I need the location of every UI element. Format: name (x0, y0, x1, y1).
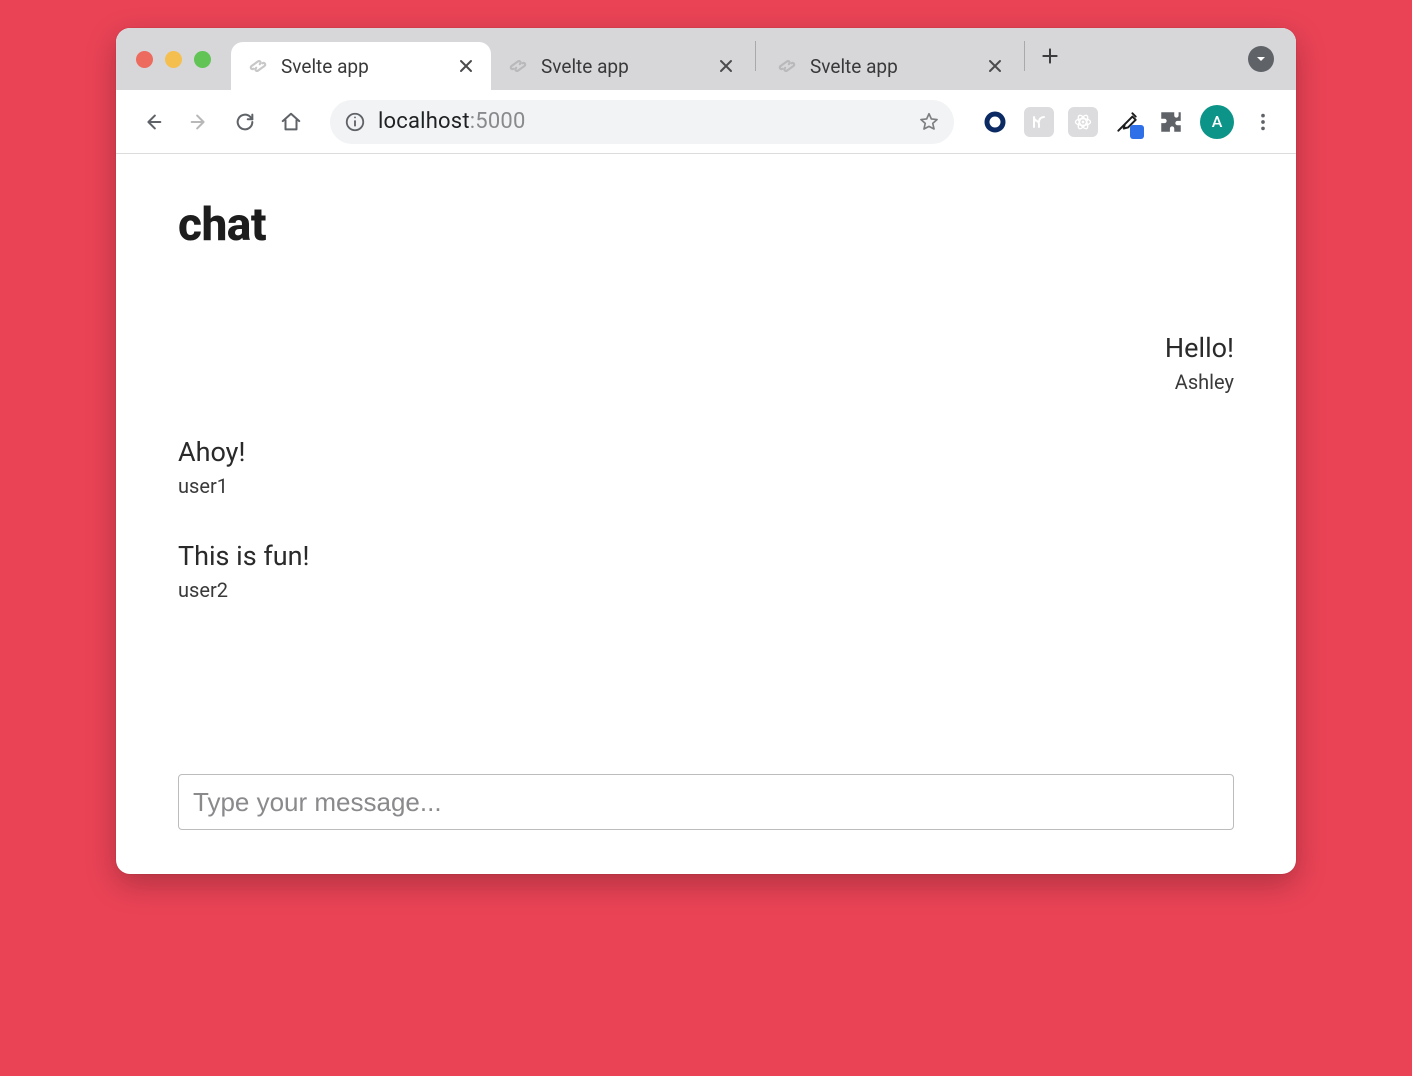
tab-close-button[interactable] (457, 57, 475, 75)
nav-forward-button[interactable] (180, 103, 218, 141)
nav-reload-button[interactable] (226, 103, 264, 141)
composer (178, 774, 1234, 830)
browser-tab[interactable]: Svelte app (491, 42, 751, 90)
ring-icon (983, 110, 1007, 134)
puzzle-icon (1158, 109, 1184, 135)
svelte-favicon-icon (507, 55, 529, 77)
chevron-down-icon (1255, 53, 1267, 65)
home-icon (280, 111, 302, 133)
message-input[interactable] (178, 774, 1234, 830)
window-traffic-lights (130, 28, 231, 90)
close-icon (459, 59, 473, 73)
url-port: :5000 (470, 109, 526, 134)
plus-icon (1040, 46, 1060, 66)
browser-tab[interactable]: Svelte app (231, 42, 491, 90)
new-tab-button[interactable] (1035, 41, 1065, 71)
tab-close-button[interactable] (986, 57, 1004, 75)
browser-window: Svelte app Svelte app (116, 28, 1296, 874)
tab-separator (1024, 41, 1025, 71)
message-text: This is fun! (178, 540, 310, 572)
browser-toolbar: localhost:5000 (116, 90, 1296, 154)
arrow-right-icon (188, 111, 210, 133)
chat-message: Ahoy! user1 (178, 436, 245, 498)
address-bar[interactable]: localhost:5000 (330, 100, 954, 144)
nav-home-button[interactable] (272, 103, 310, 141)
message-author: user1 (178, 474, 245, 498)
kebab-icon (1252, 111, 1274, 133)
close-icon (719, 59, 733, 73)
window-zoom-button[interactable] (194, 51, 211, 68)
close-icon (988, 59, 1002, 73)
chat-message: Hello! Ashley (1165, 332, 1234, 394)
url-host: localhost (378, 109, 470, 134)
browser-menu-button[interactable] (1248, 107, 1278, 137)
tab-title: Svelte app (541, 55, 705, 78)
message-text: Hello! (1165, 332, 1234, 364)
tab-title: Svelte app (810, 55, 974, 78)
extension-icons: A (974, 105, 1278, 139)
address-bar-url: localhost:5000 (378, 109, 906, 134)
tab-title: Svelte app (281, 55, 445, 78)
message-author: user2 (178, 578, 310, 602)
arrow-left-icon (142, 111, 164, 133)
script-h-icon (1029, 112, 1049, 132)
site-info-icon[interactable] (344, 111, 366, 133)
tab-close-button[interactable] (717, 57, 735, 75)
tab-overview-button[interactable] (1248, 46, 1274, 72)
page-title: chat (178, 198, 1234, 252)
avatar-initial: A (1212, 112, 1223, 131)
browser-tab[interactable]: Svelte app (760, 42, 1020, 90)
svelte-favicon-icon (247, 55, 269, 77)
chat-message: This is fun! user2 (178, 540, 310, 602)
reload-icon (234, 111, 256, 133)
window-close-button[interactable] (136, 51, 153, 68)
nav-back-button[interactable] (134, 103, 172, 141)
bookmark-button[interactable] (918, 111, 940, 133)
extensions-menu-button[interactable] (1156, 107, 1186, 137)
page-content: chat Hello! Ashley Ahoy! user1 This is f… (116, 154, 1296, 874)
message-text: Ahoy! (178, 436, 245, 468)
badge-icon (1130, 125, 1144, 139)
extension-icon[interactable] (980, 107, 1010, 137)
svelte-favicon-icon (776, 55, 798, 77)
tab-strip: Svelte app Svelte app (116, 28, 1296, 90)
atom-icon (1073, 112, 1093, 132)
tab-separator (755, 41, 756, 71)
star-icon (918, 111, 940, 133)
extension-icon[interactable] (1068, 107, 1098, 137)
extension-icon[interactable] (1024, 107, 1054, 137)
extension-icon[interactable] (1112, 107, 1142, 137)
message-author: Ashley (1175, 370, 1234, 394)
message-list: Hello! Ashley Ahoy! user1 This is fun! u… (178, 332, 1234, 714)
window-minimize-button[interactable] (165, 51, 182, 68)
profile-avatar[interactable]: A (1200, 105, 1234, 139)
